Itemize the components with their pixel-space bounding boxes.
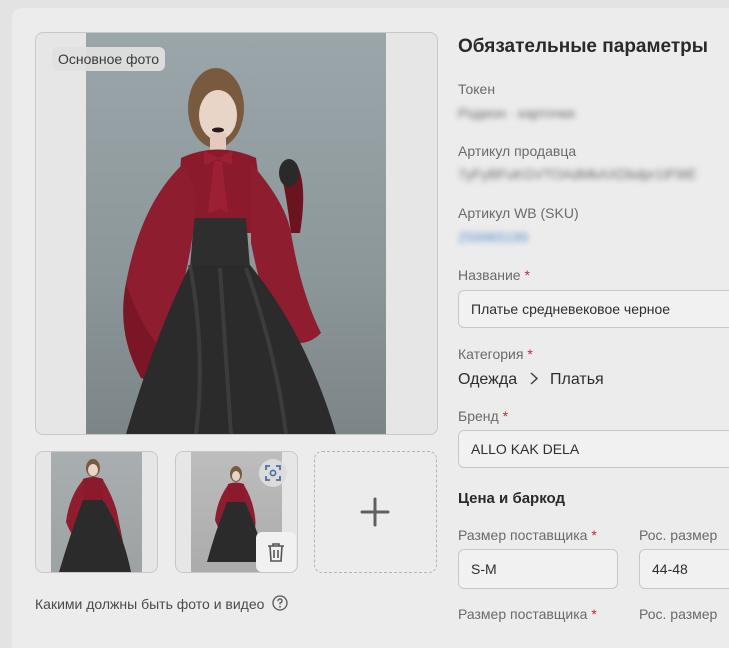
plus-icon bbox=[360, 497, 390, 527]
category-label-text: Категория bbox=[458, 346, 524, 362]
category-breadcrumb[interactable]: Одежда Платья bbox=[458, 371, 604, 389]
required-mark: * bbox=[591, 606, 597, 622]
supplier-size-label-2-text: Размер поставщика bbox=[458, 606, 588, 622]
wb-article-value[interactable]: 259965199 bbox=[458, 229, 528, 245]
delete-photo-button[interactable] bbox=[256, 532, 296, 572]
main-photo[interactable]: Основное фото bbox=[35, 32, 438, 435]
ru-size-label-2: Рос. размер bbox=[639, 606, 718, 622]
category-label: Категория * bbox=[458, 346, 533, 362]
required-mark: * bbox=[524, 267, 530, 283]
category-parent: Одежда bbox=[458, 371, 518, 388]
required-mark: * bbox=[527, 346, 533, 362]
chevron-right-icon bbox=[530, 372, 538, 385]
trash-icon bbox=[268, 543, 284, 562]
brand-input[interactable]: ALLO KAK DELA bbox=[458, 430, 729, 468]
question-icon bbox=[272, 595, 288, 611]
main-photo-image bbox=[86, 33, 386, 434]
scan-focus-icon bbox=[265, 465, 281, 481]
photo-requirements-link[interactable]: Какими должны быть фото и видео bbox=[35, 595, 288, 612]
photo-requirements-text: Какими должны быть фото и видео bbox=[35, 596, 265, 612]
token-label: Токен bbox=[458, 81, 496, 97]
required-mark: * bbox=[502, 408, 509, 424]
supplier-size-label: Размер поставщика * bbox=[458, 527, 597, 543]
brand-label: Бренд * bbox=[458, 408, 508, 424]
ru-size-input[interactable]: 44-48 bbox=[639, 549, 729, 589]
page-title: Обязательные параметры bbox=[458, 36, 709, 57]
thumbnail-image bbox=[51, 452, 142, 572]
wb-article-label: Артикул WB (SKU) bbox=[458, 205, 579, 221]
price-barcode-section-title: Цена и баркод bbox=[458, 490, 566, 507]
brand-label-text: Бренд bbox=[458, 408, 499, 424]
seller-article-label: Артикул продавца bbox=[458, 143, 577, 159]
supplier-size-label-2: Размер поставщика * bbox=[458, 606, 597, 622]
supplier-size-input[interactable]: S-M bbox=[458, 549, 618, 589]
supplier-size-label-text: Размер поставщика bbox=[458, 527, 588, 543]
main-photo-badge: Основное фото bbox=[52, 47, 166, 71]
focus-frame-button[interactable] bbox=[259, 459, 287, 487]
ru-size-label: Рос. размер bbox=[639, 527, 718, 543]
token-value: Родион · карточки bbox=[458, 105, 575, 121]
name-label-text: Название bbox=[458, 267, 521, 283]
required-mark: * bbox=[591, 527, 597, 543]
category-child: Платья bbox=[550, 371, 604, 388]
name-input[interactable]: Платье средневековое черное bbox=[458, 290, 729, 328]
photo-thumbnail-1[interactable] bbox=[35, 451, 158, 573]
add-photo-button[interactable] bbox=[314, 451, 437, 573]
name-label: Название * bbox=[458, 267, 530, 283]
seller-article-value: 7yFyBFuKGVTOAdMkAXDbdpr1IF9IE bbox=[458, 166, 697, 182]
